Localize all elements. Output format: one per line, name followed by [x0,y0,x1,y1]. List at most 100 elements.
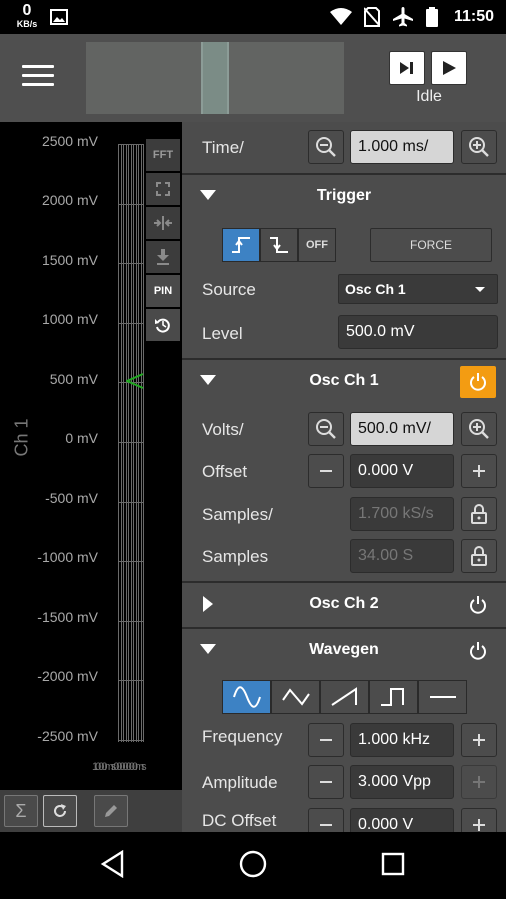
trigger-level-marker[interactable] [126,373,144,389]
dc-offset-label: DC Offset [202,811,277,830]
recents-icon[interactable] [381,852,405,876]
volts-zoom-out-button[interactable] [308,412,344,446]
volts-zoom-in-button[interactable] [461,412,497,446]
samples-lock-button[interactable] [461,539,497,573]
fullscreen-button[interactable] [146,173,180,205]
collapse-button[interactable] [146,207,180,239]
square-wave-icon [380,688,404,706]
grid-vertical-line [133,144,134,742]
timeline-overview[interactable] [86,42,344,114]
dc-offset-increment-button[interactable] [461,808,497,832]
home-icon[interactable] [239,850,267,878]
plot-grid [118,144,144,742]
dc-wave-icon [429,696,456,698]
force-trigger-button[interactable]: FORCE [370,228,492,262]
top-toolbar: Idle [0,34,506,122]
math-button[interactable]: Σ [4,795,38,827]
sawtooth-wave-button[interactable] [320,680,369,714]
network-speed-value: 0 [22,2,32,19]
download-button[interactable] [146,241,180,273]
y-tick-label: 2500 mV [41,133,98,149]
play-icon [443,61,456,75]
dc-offset-decrement-button[interactable] [308,808,344,832]
y-tick-label: 1500 mV [41,252,98,268]
offset-decrement-button[interactable] [308,454,344,488]
triangle-wave-icon [281,688,310,706]
overview-window[interactable] [201,42,229,114]
amplitude-decrement-button[interactable] [308,765,344,799]
y-tick-label: -1000 mV [37,549,98,565]
pin-button[interactable]: PIN [146,275,180,307]
grid-vertical-line [130,144,132,742]
osc-ch1-section-header[interactable]: Osc Ch 1 [182,358,506,402]
menu-button[interactable] [22,65,54,91]
offset-field[interactable]: 0.000 V [350,454,454,488]
grid-horizontal-line [118,680,144,682]
y-tick-label: -1500 mV [37,609,98,625]
samples-label: Samples [202,547,269,566]
offset-increment-button[interactable] [461,454,497,488]
osc-ch1-title: Osc Ch 1 [309,372,379,389]
dc-wave-button[interactable] [418,680,467,714]
triangle-wave-button[interactable] [271,680,320,714]
run-status: Idle [416,88,442,105]
volts-per-div-label: Volts/ [202,420,244,439]
sample-rate-field: 1.700 kS/s [350,497,454,531]
frequency-increment-button[interactable] [461,723,497,757]
wavegen-section-header[interactable]: Wavegen [182,627,506,671]
time-zoom-out-button[interactable] [308,130,344,164]
reset-view-button[interactable] [146,309,180,341]
frequency-decrement-button[interactable] [308,723,344,757]
grid-vertical-line [125,144,127,742]
sine-wave-button[interactable] [222,680,271,714]
osc-ch1-power-button[interactable] [460,366,496,398]
network-speed: 0 KB/s [12,2,42,30]
falling-edge-icon [270,237,288,253]
image-icon [50,9,68,25]
fft-button[interactable]: FFT [146,139,180,171]
osc-ch2-power-button[interactable] [460,589,496,621]
wavegen-title: Wavegen [309,641,379,658]
trigger-source-value: Osc Ch 1 [345,281,406,297]
trigger-off-button[interactable]: OFF [298,228,336,262]
control-panel[interactable]: Time/ 1.000 ms/ Trigger OFF FORCE Source… [182,122,506,832]
grid-vertical-line [138,144,139,742]
amplitude-label: Amplitude [202,773,278,792]
wavegen-power-button[interactable] [460,635,496,667]
falling-edge-button[interactable] [260,228,298,262]
trigger-source-select[interactable]: Osc Ch 1 [338,274,498,304]
oscilloscope-plot[interactable]: 2500 mV 2000 mV 1500 mV 1000 mV 500 mV 0… [0,122,182,790]
plus-icon [473,776,485,788]
frequency-field[interactable]: 1.000 kHz [350,723,454,757]
trigger-level-field[interactable]: 500.0 mV [338,315,498,349]
grid-vertical-line [128,144,129,742]
download-icon [157,249,169,265]
run-button[interactable] [431,51,467,85]
refresh-button[interactable] [43,795,77,827]
edit-button[interactable] [94,795,128,827]
rising-edge-button[interactable] [222,228,260,262]
power-icon [470,642,486,660]
back-icon[interactable] [100,850,126,878]
trigger-title: Trigger [316,187,372,204]
dc-offset-field[interactable]: 0.000 V [350,808,454,832]
time-zoom-in-button[interactable] [461,130,497,164]
osc-ch2-section-header[interactable]: Osc Ch 2 [182,581,506,625]
grid-vertical-line [143,144,144,742]
y-tick-label: 2000 mV [41,192,98,208]
amplitude-field[interactable]: 3.000 Vpp [350,765,454,799]
grid-horizontal-line [118,203,144,205]
sample-rate-lock-button[interactable] [461,497,497,531]
rising-edge-icon [232,237,250,253]
volts-per-div-field[interactable]: 500.0 mV/ [350,412,454,446]
plus-icon [473,819,485,831]
trigger-section-header[interactable]: Trigger [182,173,506,217]
amplitude-increment-button[interactable] [461,765,497,799]
android-nav-bar [0,832,506,899]
square-wave-button[interactable] [369,680,418,714]
single-step-button[interactable] [389,51,425,85]
time-per-div-field[interactable]: 1.000 ms/ [350,130,454,164]
status-bar: 0 KB/s 11:50 [0,0,506,34]
sine-wave-icon [232,686,261,708]
minus-icon [320,824,332,826]
